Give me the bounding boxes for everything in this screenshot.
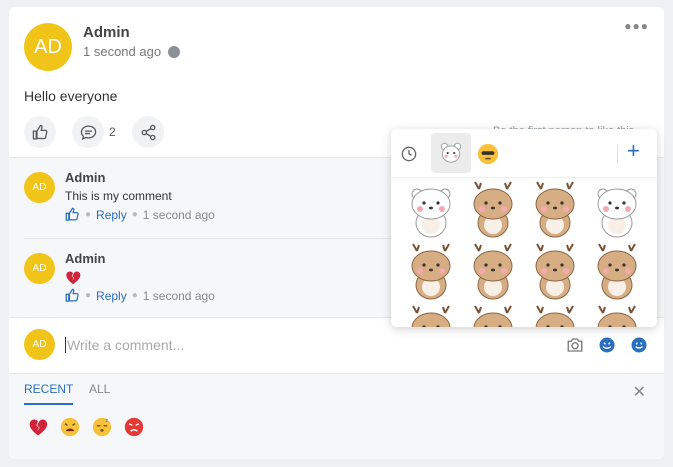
comment-author[interactable]: Admin <box>65 170 105 185</box>
broken-heart-icon[interactable] <box>28 417 48 437</box>
comment-time: 1 second ago <box>142 207 215 222</box>
comment-count: 2 <box>109 125 116 139</box>
post-time-text: 1 second ago <box>83 44 162 59</box>
divider <box>617 145 618 163</box>
sticker-picker: + <box>391 129 657 327</box>
separator-dot: ● <box>131 209 138 220</box>
sticker-icon[interactable] <box>598 336 616 354</box>
emoji-tray: RECENT ALL ✕ z <box>9 373 664 459</box>
comment-author[interactable]: Admin <box>65 251 105 266</box>
comment-input[interactable]: Write a comment... <box>65 337 184 353</box>
post-time: 1 second ago <box>83 44 181 59</box>
add-sticker-pack-button[interactable]: + <box>627 140 640 162</box>
separator-dot: ● <box>85 290 92 301</box>
camera-icon[interactable] <box>566 336 584 354</box>
speech-bubble-icon <box>80 124 96 140</box>
deer-sticker[interactable] <box>473 305 513 327</box>
sticker-pack-bar: + <box>391 129 657 178</box>
comment-meta: ● Reply ● 1 second ago <box>65 207 215 222</box>
sticker-grid <box>411 181 637 327</box>
bear-pack-icon[interactable] <box>431 133 471 173</box>
more-options-icon[interactable]: ●●● <box>624 19 649 33</box>
angry-face-icon[interactable] <box>124 417 144 437</box>
tab-all[interactable]: ALL <box>89 382 110 403</box>
bear-sticker[interactable] <box>411 188 451 238</box>
separator-dot: ● <box>85 209 92 220</box>
like-button[interactable] <box>24 116 56 148</box>
share-button[interactable] <box>132 116 164 148</box>
deer-sticker[interactable] <box>597 243 637 300</box>
reply-link[interactable]: Reply <box>96 208 127 222</box>
deer-sticker[interactable] <box>597 305 637 327</box>
comment-emoji <box>65 270 81 288</box>
deer-sticker[interactable] <box>411 243 451 300</box>
sleepy-face-icon[interactable]: z <box>92 417 112 437</box>
deer-sticker[interactable] <box>535 181 575 238</box>
post-text: Hello everyone <box>24 88 118 104</box>
avatar: AD <box>24 329 55 360</box>
avatar[interactable]: AD <box>24 23 72 71</box>
thumbs-up-icon[interactable] <box>65 207 80 222</box>
thumbs-up-icon[interactable] <box>65 288 80 303</box>
emoji-icon[interactable] <box>630 336 648 354</box>
comment-time: 1 second ago <box>142 288 215 303</box>
share-icon <box>140 124 156 140</box>
thumbs-up-icon <box>32 124 47 140</box>
comment-button[interactable] <box>72 116 104 148</box>
deer-sticker[interactable] <box>473 181 513 238</box>
bear-sticker[interactable] <box>597 188 637 238</box>
recent-clock-icon[interactable] <box>401 146 417 162</box>
weary-face-icon[interactable] <box>60 417 80 437</box>
deer-sticker[interactable] <box>473 243 513 300</box>
separator-dot: ● <box>131 290 138 301</box>
broken-heart-icon <box>66 271 81 285</box>
avatar[interactable]: AD <box>24 253 55 284</box>
post-author[interactable]: Admin <box>83 24 130 41</box>
bear-icon <box>440 142 462 163</box>
comment-text: This is my comment <box>65 189 172 203</box>
deer-sticker[interactable] <box>411 305 451 327</box>
close-icon[interactable]: ✕ <box>633 382 646 402</box>
emoji-pack-icon[interactable] <box>477 143 499 165</box>
deer-sticker[interactable] <box>535 305 575 327</box>
globe-icon <box>168 45 181 58</box>
avatar[interactable]: AD <box>24 172 55 203</box>
reply-link[interactable]: Reply <box>96 289 127 303</box>
comment-meta: ● Reply ● 1 second ago <box>65 288 215 303</box>
deer-sticker[interactable] <box>535 243 575 300</box>
tab-recent[interactable]: RECENT <box>24 382 74 405</box>
